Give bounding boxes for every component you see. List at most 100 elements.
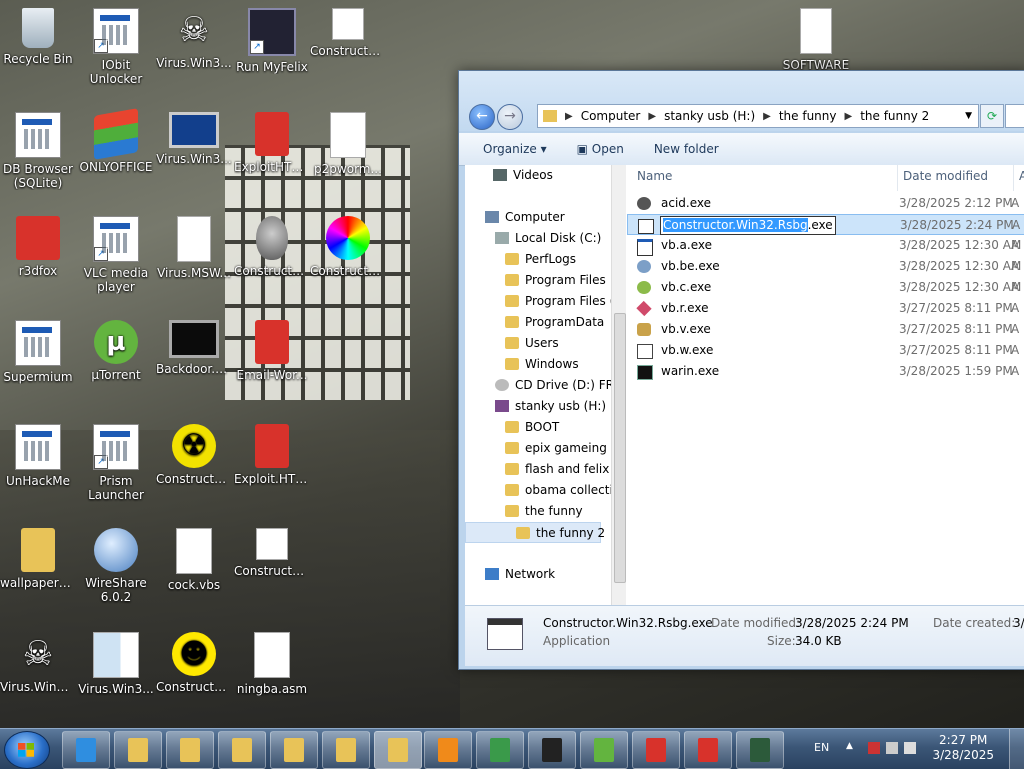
address-bar[interactable]: ▶ Computer ▶ stanky usb (H:) ▶ the funny… bbox=[537, 104, 979, 128]
taskbar-explorer-1[interactable] bbox=[114, 731, 162, 769]
nav-scrollbar[interactable] bbox=[611, 165, 626, 605]
open-button[interactable]: ▣ Open bbox=[577, 142, 624, 156]
column-header-date[interactable]: Date modified bbox=[903, 169, 988, 189]
desktop-icon-constructor-c[interactable]: Constructor... bbox=[234, 210, 310, 278]
nav-item-the-funny[interactable]: the funny bbox=[505, 501, 583, 522]
file-row[interactable]: vb.a.exe 3/28/2025 12:30 AM A bbox=[627, 235, 1024, 256]
nav-item-epix-gameing[interactable]: epix gameing bbox=[505, 438, 607, 459]
file-row[interactable]: vb.be.exe 3/28/2025 12:30 AM A bbox=[627, 256, 1024, 277]
file-row-selected[interactable]: Constructor.Win32.Rsbg.exe 3/28/2025 2:2… bbox=[627, 214, 1024, 235]
taskbar-explorer-active[interactable] bbox=[374, 731, 422, 769]
desktop-icon-unhackme[interactable]: UnHackMe bbox=[0, 418, 76, 488]
desktop-icon-ningba-asm[interactable]: ningba.asm bbox=[234, 626, 310, 696]
forward-button[interactable]: → bbox=[497, 104, 523, 130]
taskbar-red-app-2[interactable] bbox=[684, 731, 732, 769]
taskbar-globe-app[interactable] bbox=[476, 731, 524, 769]
desktop-icon-constructor-d[interactable]: Constructo... bbox=[234, 522, 310, 578]
desktop-icon-wireshare[interactable]: WireShare 6.0.2 bbox=[78, 522, 154, 604]
taskbar-monitor-app[interactable] bbox=[736, 731, 784, 769]
nav-item-network[interactable]: Network bbox=[485, 564, 555, 585]
desktop-icon-virus-win32-a[interactable]: ☠ Virus.Win32... bbox=[0, 626, 76, 694]
column-header-type[interactable]: A bbox=[1019, 169, 1024, 189]
new-folder-button[interactable]: New folder bbox=[654, 142, 719, 156]
taskbar-explorer-5[interactable] bbox=[322, 731, 370, 769]
desktop-icon-constructor-e[interactable]: Constructor... bbox=[310, 2, 386, 58]
breadcrumb-usb[interactable]: stanky usb (H:) bbox=[664, 109, 755, 123]
column-header-name[interactable]: Name bbox=[637, 169, 672, 189]
nav-item-boot[interactable]: BOOT bbox=[505, 417, 559, 438]
desktop-icon-virus-win32-d[interactable]: Virus.Win3... bbox=[156, 106, 232, 166]
taskbar-explorer-2[interactable] bbox=[166, 731, 214, 769]
desktop-icon-virus-win32-c[interactable]: ☠ Virus.Win3... bbox=[156, 2, 232, 70]
nav-item-perflogs[interactable]: PerfLogs bbox=[505, 249, 576, 270]
nav-item-videos[interactable]: Videos bbox=[493, 165, 553, 186]
nav-item-program-files[interactable]: Program Files bbox=[505, 270, 606, 291]
organize-button[interactable]: Organize ▾ bbox=[483, 142, 547, 156]
nav-item-the-funny-2[interactable]: the funny 2 bbox=[465, 522, 605, 543]
desktop-icon-constructor-f[interactable]: Constructo... bbox=[310, 210, 386, 278]
desktop-icon-r3dfox[interactable]: r3dfox bbox=[0, 210, 76, 278]
nav-item-cd-drive[interactable]: CD Drive (D:) FRT bbox=[495, 375, 611, 396]
taskbar-cat-app[interactable] bbox=[528, 731, 576, 769]
nav-item-obama-collection[interactable]: obama collecti bbox=[505, 480, 611, 501]
speaker-icon[interactable] bbox=[904, 742, 916, 754]
search-input[interactable] bbox=[1005, 104, 1024, 128]
nav-item-programdata[interactable]: ProgramData bbox=[505, 312, 604, 333]
desktop-icon-exploit-htm-a[interactable]: ExploitHTM... bbox=[234, 106, 310, 174]
desktop-icon-virus-msw[interactable]: Virus.MSW... bbox=[156, 210, 232, 280]
file-row[interactable]: vb.c.exe 3/28/2025 12:30 AM A bbox=[627, 277, 1024, 298]
desktop-icon-onlyoffice[interactable]: ONLYOFFICE bbox=[78, 106, 154, 174]
breadcrumb-computer[interactable]: Computer bbox=[581, 109, 641, 123]
file-row[interactable]: vb.w.exe 3/27/2025 8:11 PM A bbox=[627, 340, 1024, 361]
file-row[interactable]: acid.exe 3/28/2025 2:12 PM A bbox=[627, 193, 1024, 214]
breadcrumb-the-funny-2[interactable]: the funny 2 bbox=[860, 109, 929, 123]
desktop-icon-virus-win32-b[interactable]: Virus.Win3... bbox=[78, 626, 154, 696]
chevron-up-icon[interactable]: ▲ bbox=[846, 741, 853, 751]
desktop-icon-run-myfelix[interactable]: ↗ Run MyFelix bbox=[234, 2, 310, 74]
taskbar-explorer-4[interactable] bbox=[270, 731, 318, 769]
desktop-icon-p2pworm[interactable]: p2pworm... bbox=[310, 106, 386, 176]
desktop-icon-recycle-bin[interactable]: Recycle Bin bbox=[0, 2, 76, 66]
breadcrumb-the-funny[interactable]: the funny bbox=[779, 109, 837, 123]
rename-input[interactable]: Constructor.Win32.Rsbg.exe bbox=[660, 216, 836, 235]
desktop-icon-software[interactable]: SOFTWARE bbox=[778, 2, 854, 72]
desktop-icon-prism-launcher[interactable]: ↗ Prism Launcher bbox=[78, 418, 154, 502]
nav-item-local-disk[interactable]: Local Disk (C:) bbox=[495, 228, 601, 249]
desktop-icon-iobit-unlocker[interactable]: ↗ IObit Unlocker bbox=[78, 2, 154, 86]
file-row[interactable]: vb.v.exe 3/27/2025 8:11 PM A bbox=[627, 319, 1024, 340]
taskbar-media-player[interactable] bbox=[424, 731, 472, 769]
taskbar-red-app-1[interactable] bbox=[632, 731, 680, 769]
flag-icon[interactable] bbox=[868, 742, 880, 754]
nav-item-computer[interactable]: Computer bbox=[485, 207, 565, 228]
desktop-icon-email-worm[interactable]: Email-Wor... bbox=[234, 314, 310, 382]
file-row[interactable]: warin.exe 3/28/2025 1:59 PM A bbox=[627, 361, 1024, 382]
show-desktop-button[interactable] bbox=[1009, 729, 1024, 769]
desktop-icon-backdoor[interactable]: Backdoor.W... bbox=[156, 314, 232, 376]
desktop-icon-exploit-htm-b[interactable]: Exploit.HTM... bbox=[234, 418, 310, 486]
start-button[interactable] bbox=[4, 731, 50, 769]
language-indicator[interactable]: EN bbox=[814, 741, 829, 754]
clock[interactable]: 2:27 PM 3/28/2025 bbox=[932, 733, 994, 763]
nav-item-stanky-usb[interactable]: stanky usb (H:) bbox=[495, 396, 606, 417]
desktop-icon-db-browser[interactable]: DB Browser (SQLite) bbox=[0, 106, 76, 190]
refresh-button[interactable]: ⟳ bbox=[980, 104, 1004, 128]
scrollbar-thumb[interactable] bbox=[614, 313, 626, 583]
desktop-icon-wallpapers[interactable]: wallpapers-... bbox=[0, 522, 76, 590]
nav-item-program-files-x86[interactable]: Program Files ( bbox=[505, 291, 611, 312]
desktop-icon-utorrent[interactable]: µ µTorrent bbox=[78, 314, 154, 382]
back-button[interactable]: ← bbox=[469, 104, 495, 130]
nav-item-users[interactable]: Users bbox=[505, 333, 559, 354]
taskbar-utorrent[interactable] bbox=[580, 731, 628, 769]
file-row[interactable]: vb.r.exe 3/27/2025 8:11 PM A bbox=[627, 298, 1024, 319]
nav-item-windows[interactable]: Windows bbox=[505, 354, 579, 375]
network-icon[interactable] bbox=[886, 742, 898, 754]
nav-item-flash-and-felix[interactable]: flash and felix bbox=[505, 459, 609, 480]
taskbar-explorer-3[interactable] bbox=[218, 731, 266, 769]
desktop-icon-constructor-a[interactable]: ☢ Constructor... bbox=[156, 418, 232, 486]
chevron-down-icon[interactable]: ▼ bbox=[965, 111, 972, 121]
desktop-icon-cock-vbs[interactable]: cock.vbs bbox=[156, 522, 232, 592]
desktop-icon-supermium[interactable]: Supermium bbox=[0, 314, 76, 384]
desktop-icon-constructor-b[interactable]: ☻ Constructo... bbox=[156, 626, 232, 694]
taskbar-internet-explorer[interactable] bbox=[62, 731, 110, 769]
desktop-icon-vlc[interactable]: ↗ VLC media player bbox=[78, 210, 154, 294]
